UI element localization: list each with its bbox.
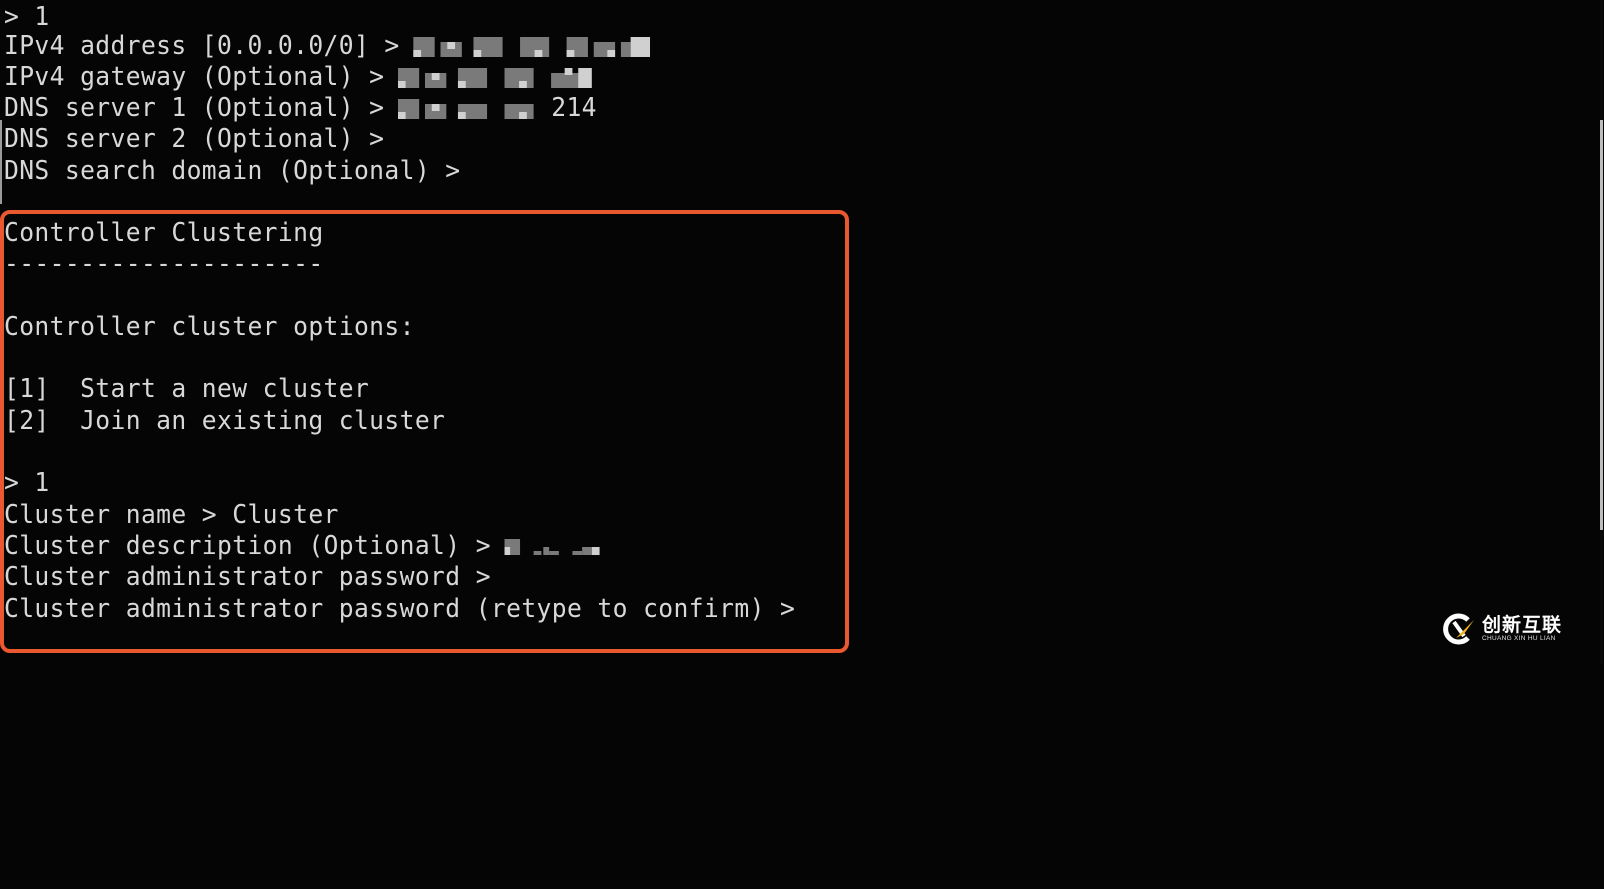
watermark: 创新互联 CHUANG XIN HU LIAN [1442, 612, 1562, 646]
dns-server-2-label: DNS server 2 (Optional) > [4, 123, 385, 153]
option-join-existing-cluster: [2] Join an existing cluster [4, 404, 445, 436]
dns-server-1-label: DNS server 1 (Optional) > [4, 92, 385, 122]
ipv4-gateway-value-redacted [397, 68, 597, 88]
admin-password-confirm-prompt: Cluster administrator password (retype t… [4, 593, 796, 623]
ipv4-address-label: IPv4 address [0.0.0.0/0] > [4, 30, 400, 60]
option-selection-line: > 1 [4, 466, 50, 498]
section-underline: --------------------- [4, 247, 324, 279]
admin-password-confirm-line[interactable]: Cluster administrator password (retype t… [4, 592, 795, 624]
option-start-new-cluster: [1] Start a new cluster [4, 372, 369, 404]
dns-server-1-line: DNS server 1 (Optional) > 214 [4, 91, 597, 123]
cluster-description-label: Cluster description (Optional) > [4, 530, 491, 560]
ipv4-gateway-line: IPv4 gateway (Optional) > [4, 60, 597, 92]
prompt-text: > 1 [4, 1, 50, 31]
watermark-brand-en: CHUANG XIN HU LIAN [1481, 635, 1556, 642]
prompt-line: > 1 [4, 0, 50, 32]
dns-server-2-line: DNS server 2 (Optional) > [4, 122, 384, 154]
admin-password-line: Cluster administrator password > [4, 560, 491, 592]
option-1-label: [1] Start a new cluster [4, 373, 370, 403]
watermark-brand-cn: 创新互联 [1481, 614, 1562, 636]
cluster-name-text: Cluster name > Cluster [4, 499, 339, 529]
dns-server-1-visible-octet: 214 [551, 92, 597, 122]
dns-search-domain-line: DNS search domain (Optional) > [4, 154, 460, 186]
dns-search-domain-label: DNS search domain (Optional) > [4, 155, 461, 185]
cluster-description-value-redacted [504, 537, 605, 557]
scrollbar-track[interactable] [1600, 0, 1603, 664]
cx-logo-icon [1442, 612, 1476, 646]
section-title-line: Controller Clustering [4, 216, 324, 248]
terminal-window[interactable]: > 1 IPv4 address [0.0.0.0/0] > IPv4 gate… [0, 0, 1604, 664]
ipv4-address-line: IPv4 address [0.0.0.0/0] > [4, 29, 656, 61]
scrollbar-thumb[interactable] [1600, 120, 1603, 530]
ipv4-address-value-redacted [413, 37, 656, 57]
cluster-name-line: Cluster name > Cluster [4, 498, 339, 530]
dns-server-1-value-redacted [397, 99, 551, 119]
ipv4-gateway-label: IPv4 gateway (Optional) > [4, 61, 385, 91]
left-edge-marker [0, 120, 2, 204]
option-selection-text: > 1 [4, 467, 50, 497]
cluster-options-heading-line: Controller cluster options: [4, 310, 415, 342]
section-underline-text: --------------------- [4, 248, 324, 278]
cluster-options-heading: Controller cluster options: [4, 311, 415, 341]
section-title: Controller Clustering [4, 217, 324, 247]
cluster-description-line: Cluster description (Optional) > [4, 529, 605, 561]
option-2-label: [2] Join an existing cluster [4, 405, 446, 435]
admin-password-label: Cluster administrator password > [4, 561, 491, 591]
